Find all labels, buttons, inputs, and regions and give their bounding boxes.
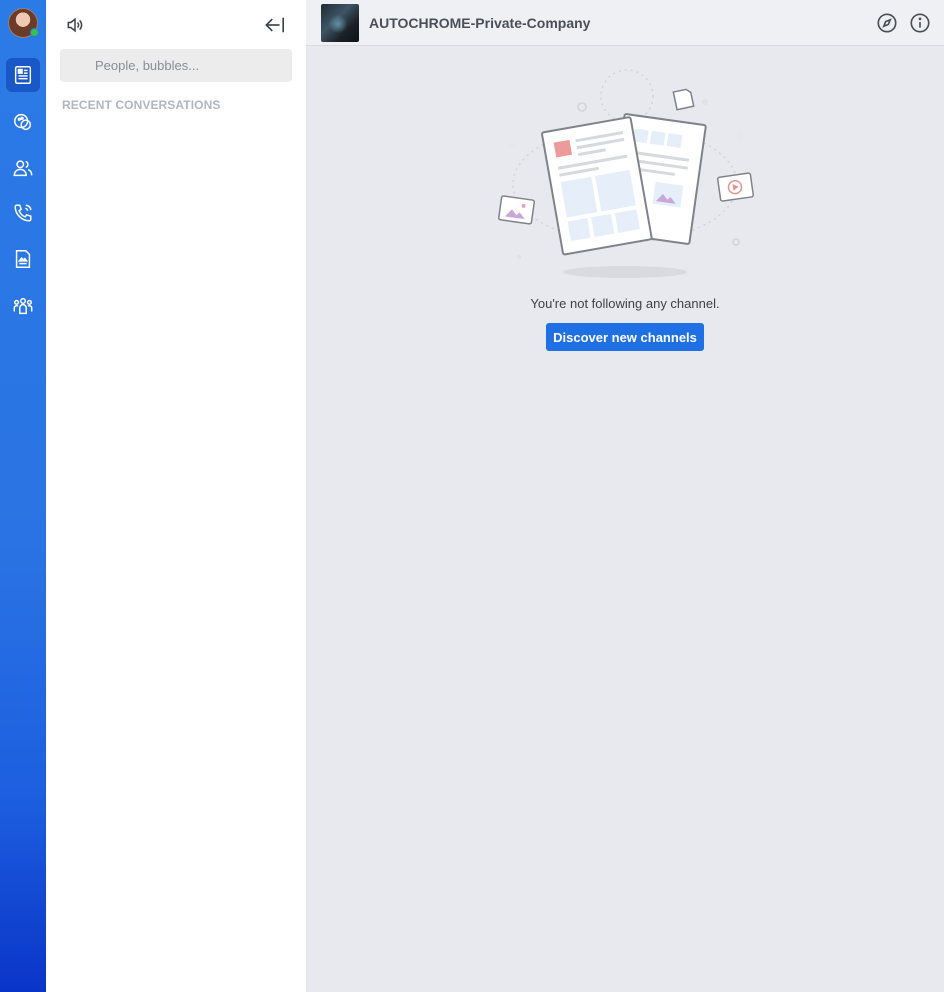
company-name[interactable]: AUTOCHROME-Private-Company xyxy=(369,15,590,31)
speaker-icon[interactable] xyxy=(65,15,85,35)
nav-contacts[interactable] xyxy=(6,151,40,185)
nav-files[interactable] xyxy=(6,242,40,276)
file-image-icon xyxy=(15,250,31,268)
empty-channels-illustration xyxy=(498,69,755,278)
search-input[interactable] xyxy=(60,49,292,82)
newspaper-icon xyxy=(14,66,32,84)
user-avatar[interactable] xyxy=(8,8,39,38)
compass-icon[interactable] xyxy=(876,12,898,34)
nav-teams[interactable] xyxy=(6,289,40,323)
collapse-left-icon[interactable] xyxy=(264,15,286,35)
company-header: AUTOCHROME-Private-Company xyxy=(306,0,944,46)
chat-bubbles-icon xyxy=(14,113,32,131)
phone-icon xyxy=(14,204,32,222)
discover-channels-button[interactable]: Discover new channels xyxy=(546,323,704,351)
app-nav-rail xyxy=(0,0,46,992)
recent-conversations-heading: RECENT CONVERSATIONS xyxy=(62,98,221,112)
nav-bubbles[interactable] xyxy=(6,105,40,139)
online-status-indicator xyxy=(30,28,39,37)
nav-news-feed[interactable] xyxy=(6,58,40,92)
empty-state-message: You're not following any channel. xyxy=(530,296,720,311)
company-logo[interactable] xyxy=(321,4,359,42)
panel-toolbar xyxy=(46,0,306,48)
info-icon[interactable] xyxy=(909,12,931,34)
channels-main: AUTOCHROME-Private-Company You're not fo… xyxy=(306,0,944,992)
conversations-panel: RECENT CONVERSATIONS xyxy=(46,0,306,992)
people-icon xyxy=(13,160,33,177)
nav-calls[interactable] xyxy=(6,196,40,230)
group-icon xyxy=(13,297,33,315)
